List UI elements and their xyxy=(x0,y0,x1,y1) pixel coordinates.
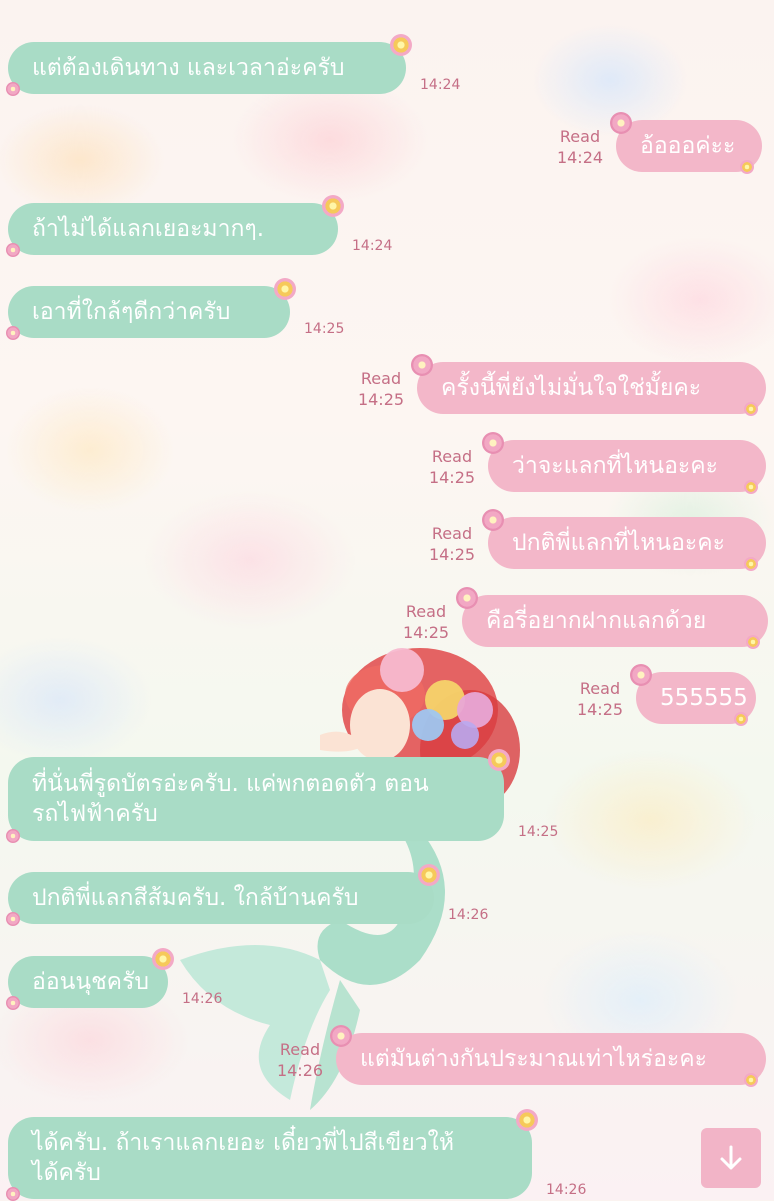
message-text: อ่อนนุชครับ xyxy=(32,969,150,995)
message-text-line: ที่นั่นพี่รูดบัตรอ่ะครับ. แค่พกตอดตัว ตอ… xyxy=(32,771,429,797)
flower-icon xyxy=(6,912,20,926)
message-time: 14:24 xyxy=(352,238,393,254)
read-status: Read xyxy=(431,524,473,543)
message-bubble[interactable]: ว่าจะแลกที่ไหนอะคะ xyxy=(488,440,766,492)
message-bubble[interactable]: ได้ครับ. ถ้าเราแลกเยอะ เดี๋ยวพี่ไปสีเขีย… xyxy=(8,1117,532,1199)
message-time: 14:25 xyxy=(304,321,345,337)
message-time: 14:25 xyxy=(357,390,405,409)
read-status: Read xyxy=(559,127,601,146)
message-text: ครั้งนี้พี่ยังไม่มั่นใจใช่มั้ยคะ xyxy=(441,375,702,401)
flower-icon xyxy=(6,829,20,843)
message-text: ปกติพี่แลกสีส้มครับ. ใกล้บ้านครับ xyxy=(32,885,359,911)
scroll-to-bottom-button[interactable] xyxy=(701,1128,761,1188)
message-bubble[interactable]: ถ้าไม่ได้แลกเยอะมากๆ. xyxy=(8,203,338,255)
read-receipt: Read 14:25 xyxy=(400,601,452,643)
message-text: ปกติพี่แลกที่ไหนอะคะ xyxy=(512,530,725,556)
message-text-line: รถไฟฟ้าครับ xyxy=(32,801,158,827)
flower-icon xyxy=(6,243,20,257)
message-time: 14:26 xyxy=(182,991,223,1007)
flower-icon xyxy=(330,1025,352,1047)
flower-icon xyxy=(152,948,174,970)
read-status: Read xyxy=(579,679,621,698)
message-bubble[interactable]: แต่มันต่างกันประมาณเท่าไหร่อะคะ xyxy=(336,1033,766,1085)
flower-icon xyxy=(322,195,344,217)
arrow-down-icon xyxy=(720,1145,742,1170)
flower-icon xyxy=(274,278,296,300)
message-text: แต่ต้องเดินทาง และเวลาอ่ะครับ xyxy=(32,55,345,81)
flower-icon xyxy=(744,557,758,571)
message-text: คือรี่อยากฝากแลกด้วย xyxy=(486,608,707,634)
message-text: อ้อออค่ะะ xyxy=(640,133,736,159)
read-receipt: Read 14:25 xyxy=(426,523,478,565)
message-text: แต่มันต่างกันประมาณเท่าไหร่อะคะ xyxy=(360,1046,708,1072)
flower-icon xyxy=(6,82,20,96)
read-status: Read xyxy=(405,602,447,621)
message-text: 555555 xyxy=(660,685,748,711)
message-text-line: ได้ครับ. ถ้าเราแลกเยอะ เดี๋ยวพี่ไปสีเขีย… xyxy=(32,1130,455,1156)
message-bubble[interactable]: ที่นั่นพี่รูดบัตรอ่ะครับ. แค่พกตอดตัว ตอ… xyxy=(8,757,504,841)
message-time: 14:25 xyxy=(402,623,450,642)
read-receipt: Read 14:25 xyxy=(574,678,626,720)
message-time: 14:26 xyxy=(448,907,489,923)
read-status: Read xyxy=(279,1040,321,1059)
flower-icon xyxy=(418,864,440,886)
message-bubble[interactable]: ปกติพี่แลกสีส้มครับ. ใกล้บ้านครับ xyxy=(8,872,434,924)
message-bubble[interactable]: อ่อนนุชครับ xyxy=(8,956,168,1008)
read-receipt: Read 14:24 xyxy=(554,126,606,168)
read-receipt: Read 14:26 xyxy=(274,1039,326,1081)
flower-icon xyxy=(488,749,510,771)
message-bubble[interactable]: คือรี่อยากฝากแลกด้วย xyxy=(462,595,768,647)
flower-icon xyxy=(630,664,652,686)
message-bubble[interactable]: เอาที่ใกล้ๆดีกว่าครับ xyxy=(8,286,290,338)
read-status: Read xyxy=(360,369,402,388)
message-text: ถ้าไม่ได้แลกเยอะมากๆ. xyxy=(32,216,265,242)
flower-icon xyxy=(6,326,20,340)
message-time: 14:25 xyxy=(428,468,476,487)
flower-icon xyxy=(610,112,632,134)
read-receipt: Read 14:25 xyxy=(355,368,407,410)
message-text: ว่าจะแลกที่ไหนอะคะ xyxy=(512,453,719,479)
flower-icon xyxy=(516,1109,538,1131)
flower-icon xyxy=(740,160,754,174)
read-receipt: Read 14:25 xyxy=(426,446,478,488)
message-time: 14:24 xyxy=(556,148,604,167)
flower-icon xyxy=(744,1073,758,1087)
message-time: 14:25 xyxy=(518,824,559,840)
flower-icon xyxy=(746,635,760,649)
flower-icon xyxy=(411,354,433,376)
flower-icon xyxy=(744,480,758,494)
message-time: 14:24 xyxy=(420,77,461,93)
message-time: 14:25 xyxy=(428,545,476,564)
flower-icon xyxy=(744,402,758,416)
read-status: Read xyxy=(431,447,473,466)
flower-icon xyxy=(6,996,20,1010)
flower-icon xyxy=(482,432,504,454)
message-text: เอาที่ใกล้ๆดีกว่าครับ xyxy=(32,299,231,325)
message-bubble[interactable]: แต่ต้องเดินทาง และเวลาอ่ะครับ xyxy=(8,42,406,94)
message-time: 14:26 xyxy=(276,1061,324,1080)
message-time: 14:26 xyxy=(546,1182,587,1198)
message-time: 14:25 xyxy=(576,700,624,719)
flower-icon xyxy=(390,34,412,56)
flower-icon xyxy=(482,509,504,531)
flower-icon xyxy=(456,587,478,609)
flower-icon xyxy=(6,1187,20,1201)
message-text-line: ได้ครับ xyxy=(32,1160,101,1186)
message-bubble[interactable]: ครั้งนี้พี่ยังไม่มั่นใจใช่มั้ยคะ xyxy=(417,362,766,414)
flower-icon xyxy=(734,712,748,726)
message-bubble[interactable]: ปกติพี่แลกที่ไหนอะคะ xyxy=(488,517,766,569)
